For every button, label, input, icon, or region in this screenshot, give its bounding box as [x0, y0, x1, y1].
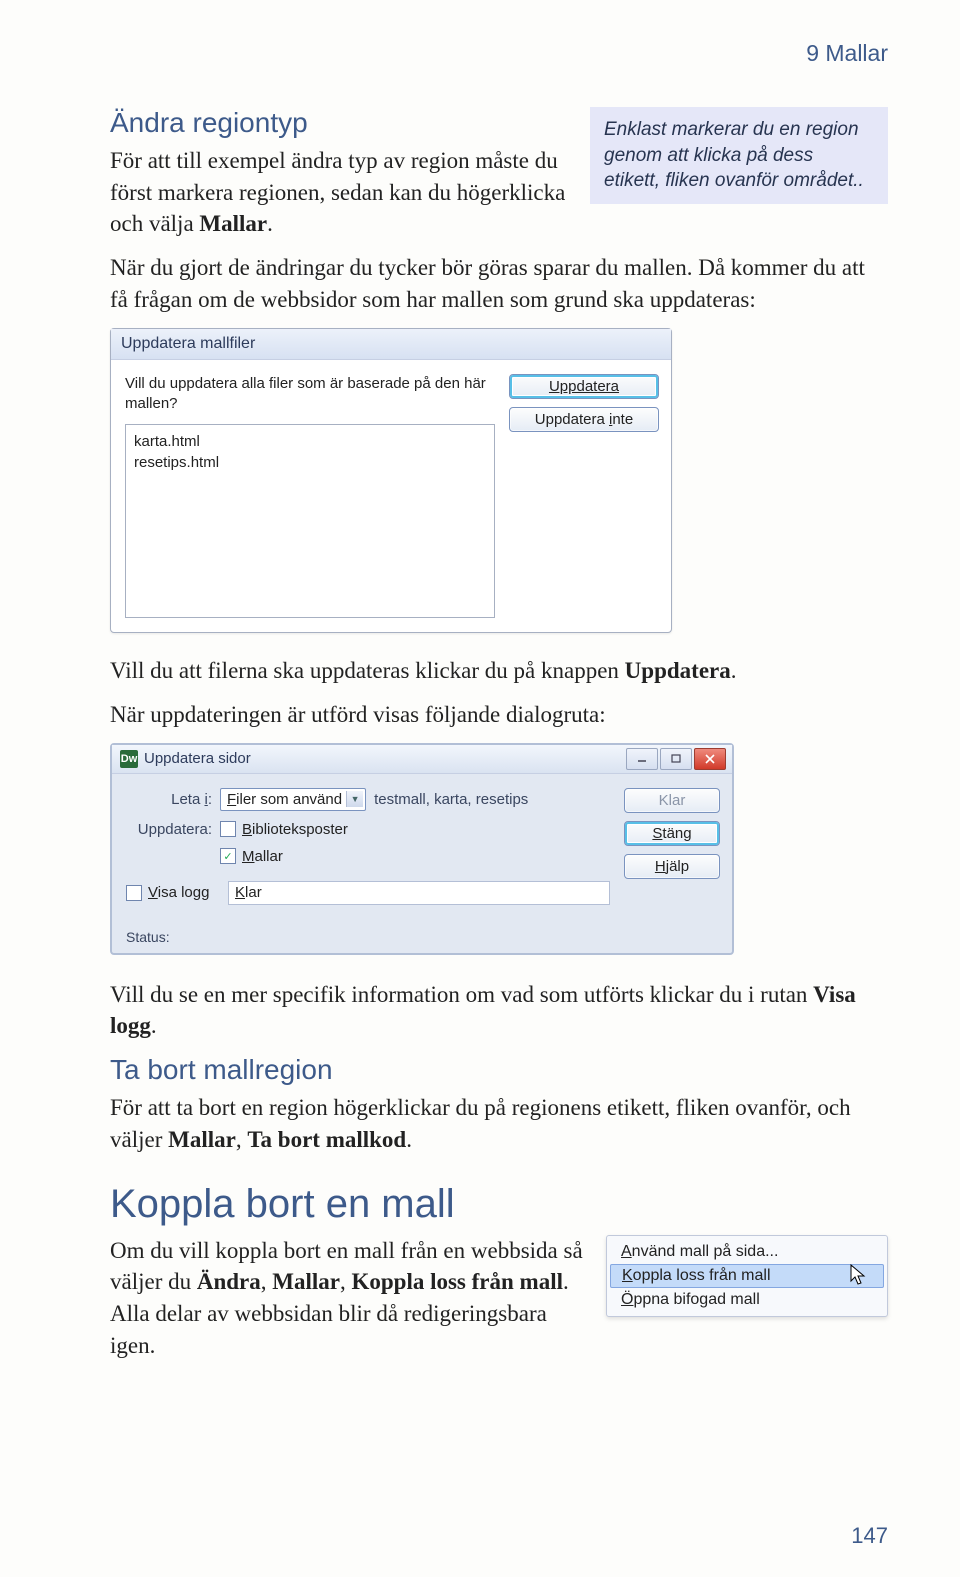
maximize-icon — [671, 754, 681, 763]
minimize-button[interactable] — [626, 748, 658, 770]
hjalp-button[interactable]: Hjälp — [624, 854, 720, 879]
dialog-uppdatera-sidor: Dw Uppdatera sidor Leta i: — [110, 743, 734, 955]
checkbox-label: Mallar — [242, 848, 283, 865]
para-click-update: Vill du att filerna ska uppdateras klick… — [110, 655, 888, 687]
list-item[interactable]: karta.html — [134, 431, 486, 452]
text: , — [236, 1127, 248, 1152]
leta-i-extra: testmall, karta, resetips — [374, 791, 528, 808]
leta-i-label: Leta i: — [126, 791, 212, 808]
text: . — [731, 658, 737, 683]
text-bold: Ändra — [197, 1269, 261, 1294]
menu-item-anvand-mall[interactable]: Använd mall på sida... — [607, 1240, 887, 1264]
menu-item-oppna-bifogad[interactable]: Öppna bifogad mall — [607, 1288, 887, 1312]
minimize-icon — [637, 755, 647, 763]
text-bold: Ta bort mallkod — [247, 1127, 406, 1152]
para-ta-bort: För att ta bort en region högerklickar d… — [110, 1092, 888, 1155]
do-not-update-button[interactable]: Uppdatera inte — [509, 407, 659, 432]
context-menu: Använd mall på sida... Koppla loss från … — [606, 1235, 888, 1317]
checkbox-visa-logg[interactable]: Visa logg — [126, 884, 220, 901]
checkbox-biblioteksposter[interactable]: Biblioteksposter — [220, 821, 348, 838]
page-number: 147 — [851, 1523, 888, 1549]
text: Vill du att filerna ska uppdateras klick… — [110, 658, 625, 683]
heading-koppla-bort: Koppla bort en mall — [110, 1182, 888, 1227]
chevron-down-icon: ▼ — [346, 791, 363, 807]
checkbox-label: Visa logg — [148, 884, 209, 901]
text: . — [406, 1127, 412, 1152]
heading-andra-regiontyp: Ändra regiontyp — [110, 107, 566, 139]
text: Vill du se en mer specifik information o… — [110, 982, 813, 1007]
close-button[interactable] — [694, 748, 726, 770]
status-label: Status: — [112, 925, 732, 953]
text-bold: Mallar — [168, 1127, 236, 1152]
text: . — [151, 1013, 157, 1038]
tip-box: Enklast markerar du en region genom att … — [590, 107, 888, 204]
text-bold: Koppla loss från mall — [351, 1269, 563, 1294]
checkbox-mallar[interactable]: ✓ Mallar — [220, 848, 283, 865]
dialog2-titlebar: Dw Uppdatera sidor — [112, 745, 732, 774]
checkbox-icon — [220, 821, 236, 837]
list-item[interactable]: resetips.html — [134, 452, 486, 473]
klar-field[interactable]: Klar — [228, 881, 610, 905]
heading-ta-bort-mallregion: Ta bort mallregion — [110, 1054, 888, 1086]
text: , — [340, 1269, 352, 1294]
text: För att till exempel ändra typ av region… — [110, 148, 565, 236]
dialog-uppdatera-mallfiler: Uppdatera mallfiler Vill du uppdatera al… — [110, 328, 672, 634]
window-controls — [626, 748, 726, 770]
stang-button[interactable]: Stäng — [624, 821, 720, 846]
text: . — [267, 211, 273, 236]
dialog1-question: Vill du uppdatera alla filer som är base… — [125, 374, 495, 415]
leta-i-combo[interactable]: Filer som använd ▼ — [220, 788, 366, 811]
text: , — [261, 1269, 273, 1294]
dialog2-title: Uppdatera sidor — [144, 750, 626, 767]
checkbox-label: Biblioteksposter — [242, 821, 348, 838]
dialog1-title: Uppdatera mallfiler — [111, 329, 671, 360]
close-icon — [705, 754, 715, 764]
page-header-right: 9 Mallar — [110, 40, 888, 67]
para-dialog2-intro: När uppdateringen är utförd visas följan… — [110, 699, 888, 731]
dialog1-file-list[interactable]: karta.html resetips.html — [125, 424, 495, 618]
klar-button[interactable]: Klar — [624, 788, 720, 813]
checkbox-icon: ✓ — [220, 848, 236, 864]
dreamweaver-icon: Dw — [120, 750, 138, 768]
para-visa-logg: Vill du se en mer specifik information o… — [110, 979, 888, 1042]
para-koppla-bort: Om du vill koppla bort en mall från en w… — [110, 1235, 584, 1362]
update-button[interactable]: Uppdatera — [509, 374, 659, 399]
text-bold: Uppdatera — [625, 658, 731, 683]
combo-value: Filer som använd — [227, 791, 342, 808]
maximize-button[interactable] — [660, 748, 692, 770]
checkbox-icon — [126, 885, 142, 901]
text-bold: Mallar — [199, 211, 267, 236]
uppdatera-label: Uppdatera: — [126, 821, 212, 838]
para-intro: För att till exempel ändra typ av region… — [110, 145, 566, 240]
menu-item-koppla-loss[interactable]: Koppla loss från mall — [610, 1264, 884, 1288]
text-bold: Mallar — [272, 1269, 340, 1294]
para-save: När du gjort de ändringar du tycker bör … — [110, 252, 888, 315]
